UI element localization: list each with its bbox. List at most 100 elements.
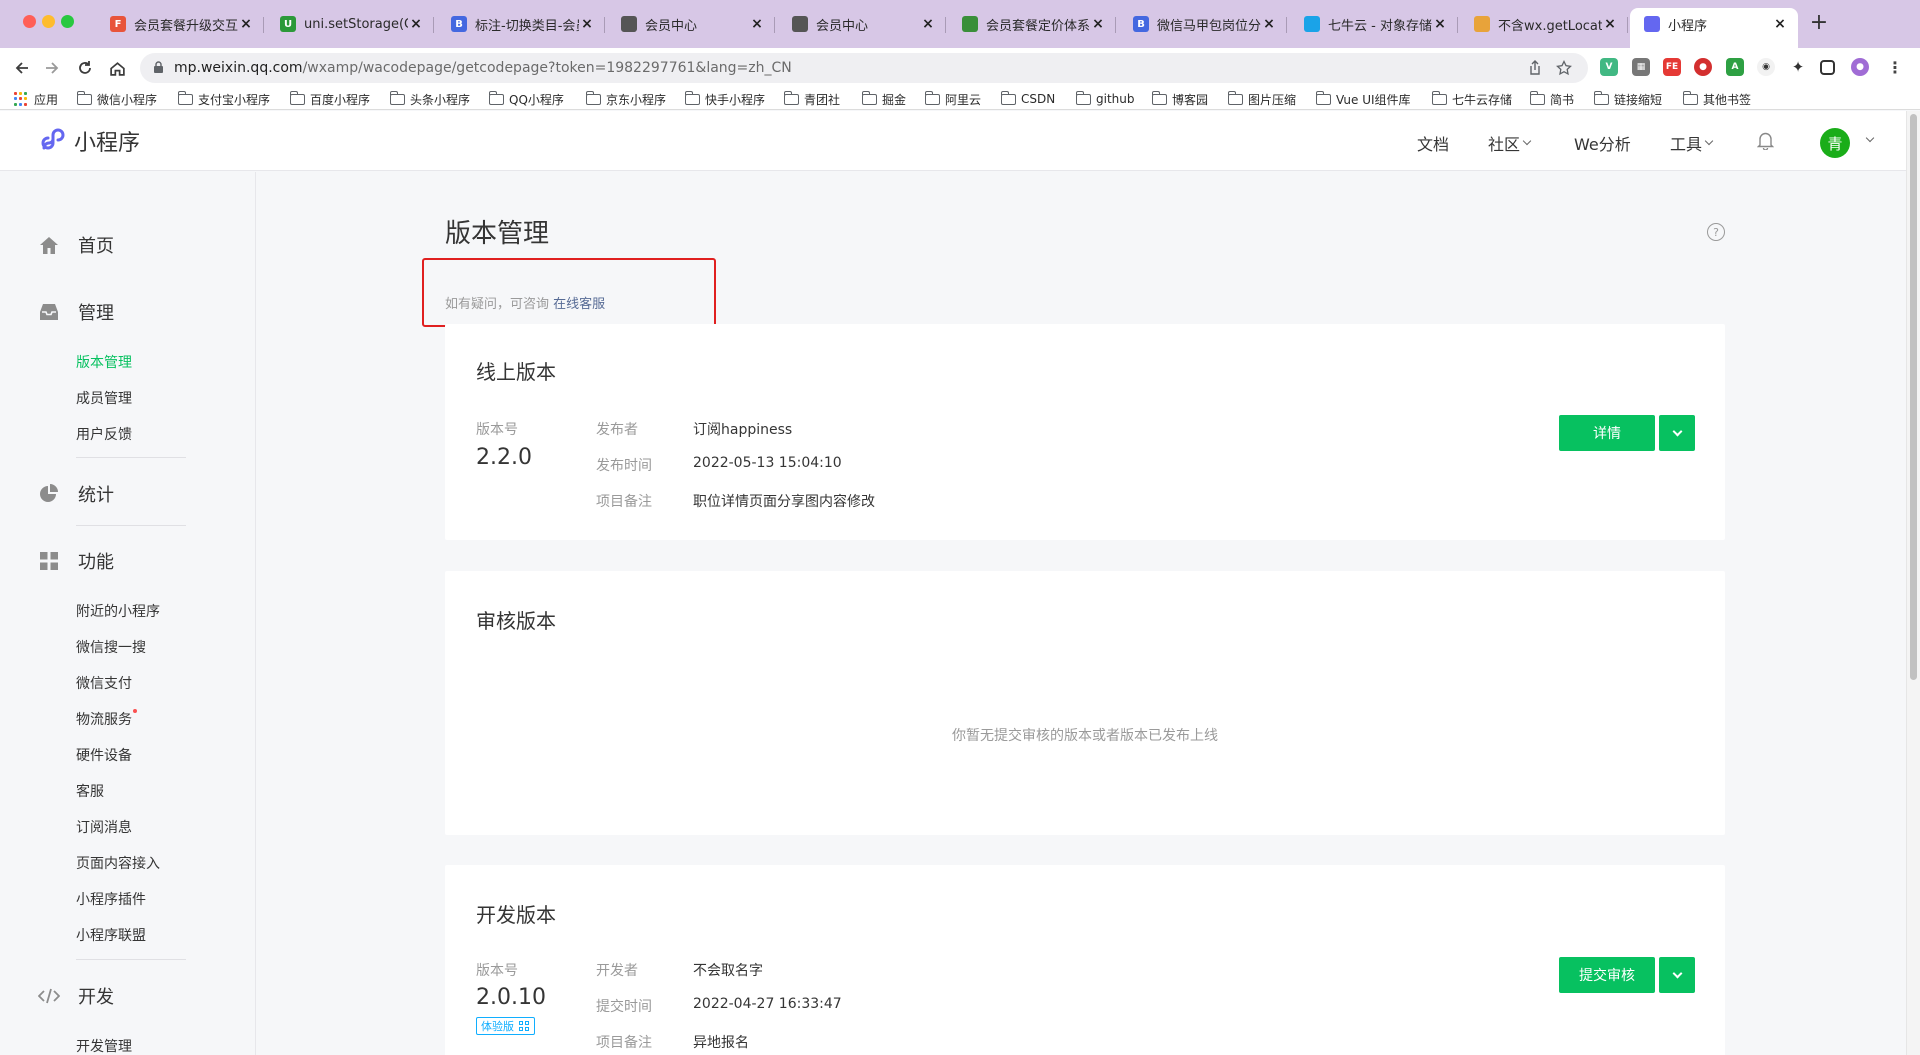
tab-close-icon[interactable]: × bbox=[1090, 16, 1106, 32]
details-button[interactable]: 详情 bbox=[1559, 415, 1655, 451]
dev-more-dropdown-button[interactable] bbox=[1659, 957, 1695, 993]
color-picker-icon[interactable]: ◉ bbox=[1757, 58, 1775, 76]
bookmark-folder[interactable]: 掘金 bbox=[861, 90, 906, 107]
sidebar-item-customer-service[interactable]: 客服 bbox=[76, 781, 104, 801]
bookmark-folder[interactable]: 博客园 bbox=[1151, 90, 1208, 107]
browser-tab[interactable]: B 微信马甲包岗位分享× bbox=[1119, 8, 1287, 40]
notification-bell-icon[interactable] bbox=[1756, 131, 1775, 154]
bookmark-folder[interactable]: 链接缩短 bbox=[1593, 90, 1662, 107]
browser-tab-active[interactable]: 小程序 × bbox=[1630, 8, 1798, 48]
sidebar-item-plugins[interactable]: 小程序插件 bbox=[76, 889, 146, 909]
tab-close-icon[interactable]: × bbox=[1432, 16, 1448, 32]
sidebar-item-nearby-miniprogram[interactable]: 附近的小程序 bbox=[76, 601, 160, 621]
window-close-button[interactable] bbox=[23, 15, 36, 28]
tab-close-icon[interactable]: × bbox=[238, 16, 254, 32]
bookmark-folder[interactable]: Vue UI组件库 bbox=[1315, 90, 1411, 107]
translate-extension-icon[interactable]: A bbox=[1726, 58, 1744, 76]
extensions-puzzle-icon[interactable]: ✦ bbox=[1789, 58, 1807, 76]
tab-separator bbox=[945, 17, 946, 33]
user-avatar[interactable]: 青 bbox=[1820, 128, 1850, 158]
sidebar-item-features[interactable]: 功能 bbox=[38, 548, 114, 574]
bookmark-folder[interactable]: 快手小程序 bbox=[684, 90, 765, 107]
browser-tab[interactable]: 七牛云 - 对象存储 × bbox=[1290, 8, 1458, 40]
miniprogram-logo[interactable]: 小程序 bbox=[38, 125, 140, 157]
nav-we-analysis[interactable]: We分析 bbox=[1574, 131, 1631, 155]
bookmark-folder[interactable]: 支付宝小程序 bbox=[177, 90, 270, 107]
sidebar-item-hardware[interactable]: 硬件设备 bbox=[76, 745, 132, 765]
fe-helper-icon[interactable]: FE bbox=[1663, 58, 1681, 76]
account-chevron-down-icon[interactable] bbox=[1865, 133, 1875, 143]
bookmark-folder[interactable]: 七牛云存储 bbox=[1431, 90, 1512, 107]
sidebar-item-dev-management[interactable]: 开发管理 bbox=[76, 1036, 132, 1055]
sidebar-divider bbox=[76, 457, 186, 458]
vue-devtools-icon[interactable]: V bbox=[1600, 58, 1618, 76]
sidebar-item-dev[interactable]: 开发 bbox=[38, 983, 114, 1009]
browser-tab[interactable]: 会员中心 × bbox=[778, 8, 946, 40]
trial-version-badge[interactable]: 体验版 bbox=[476, 1017, 535, 1035]
tab-close-icon[interactable]: × bbox=[1772, 16, 1788, 32]
bookmark-folder[interactable]: 阿里云 bbox=[924, 90, 981, 107]
adblock-icon[interactable]: ● bbox=[1694, 58, 1712, 76]
tab-separator bbox=[774, 17, 775, 33]
tab-separator bbox=[1457, 17, 1458, 33]
sidebar-item-user-feedback[interactable]: 用户反馈 bbox=[76, 424, 132, 444]
sidebar-item-logistics[interactable]: 物流服务 bbox=[76, 709, 137, 729]
browser-tab[interactable]: Uuni.setStorage(OBJECT)× bbox=[266, 8, 434, 40]
tab-close-icon[interactable]: × bbox=[1261, 16, 1277, 32]
sidebar-item-subscribe-message[interactable]: 订阅消息 bbox=[76, 817, 132, 837]
bookmark-folder[interactable]: 微信小程序 bbox=[76, 90, 157, 107]
browser-tab[interactable]: F 会员套餐升级交互文档× bbox=[96, 8, 264, 40]
sidebar-item-stats[interactable]: 统计 bbox=[38, 481, 114, 507]
tab-close-icon[interactable]: × bbox=[749, 16, 765, 32]
browser-menu-icon[interactable]: ⋮ bbox=[1886, 58, 1904, 77]
sidebar-item-version-management[interactable]: 版本管理 bbox=[76, 352, 132, 372]
bookmark-folder[interactable]: CSDN bbox=[1000, 90, 1055, 107]
sidebar-item-manage[interactable]: 管理 bbox=[38, 299, 114, 325]
bookmark-folder[interactable]: 百度小程序 bbox=[289, 90, 370, 107]
profile-avatar-icon[interactable]: ● bbox=[1851, 58, 1869, 76]
bookmark-apps[interactable]: 应用 bbox=[14, 91, 58, 107]
online-more-dropdown-button[interactable] bbox=[1659, 415, 1695, 451]
sidebar-item-member-management[interactable]: 成员管理 bbox=[76, 388, 132, 408]
tab-close-icon[interactable]: × bbox=[1602, 16, 1618, 32]
nav-community[interactable]: 社区 bbox=[1488, 131, 1532, 155]
browser-tab[interactable]: 会员套餐定价体系MRD× bbox=[948, 8, 1116, 40]
nav-docs[interactable]: 文档 bbox=[1417, 131, 1449, 155]
sidebar-item-wechat-search[interactable]: 微信搜一搜 bbox=[76, 637, 146, 657]
forward-button[interactable] bbox=[40, 56, 64, 80]
side-panel-icon[interactable] bbox=[1820, 60, 1835, 75]
tab-close-icon[interactable]: × bbox=[579, 16, 595, 32]
bookmark-folder[interactable]: 头条小程序 bbox=[389, 90, 470, 107]
window-minimize-button[interactable] bbox=[42, 15, 55, 28]
bookmark-folder[interactable]: 其他书签 bbox=[1682, 90, 1751, 107]
tab-close-icon[interactable]: × bbox=[920, 16, 936, 32]
submit-review-button[interactable]: 提交审核 bbox=[1559, 957, 1655, 993]
help-icon[interactable]: ? bbox=[1707, 223, 1725, 241]
bookmark-folder[interactable]: QQ小程序 bbox=[488, 90, 564, 107]
browser-tab[interactable]: 不含wx.getLocation× bbox=[1460, 8, 1628, 40]
bookmark-star-icon[interactable] bbox=[1556, 59, 1572, 80]
browser-tab[interactable]: 会员中心 × bbox=[607, 8, 775, 40]
bookmark-folder[interactable]: 图片压缩 bbox=[1227, 90, 1297, 107]
address-bar[interactable]: mp.weixin.qq.com/wxamp/wacodepage/getcod… bbox=[140, 53, 1588, 83]
bookmark-folder[interactable]: 京东小程序 bbox=[585, 90, 666, 107]
back-button[interactable] bbox=[10, 56, 34, 80]
reload-button[interactable] bbox=[73, 56, 97, 80]
bookmark-label: 图片压缩 bbox=[1248, 92, 1297, 107]
tab-close-icon[interactable]: × bbox=[408, 16, 424, 32]
window-zoom-button[interactable] bbox=[61, 15, 74, 28]
sidebar-item-wechat-pay[interactable]: 微信支付 bbox=[76, 673, 132, 693]
new-tab-button[interactable]: + bbox=[1806, 12, 1832, 36]
home-button[interactable] bbox=[105, 56, 129, 80]
sidebar-item-home[interactable]: 首页 bbox=[38, 232, 114, 258]
qrcode-extension-icon[interactable]: ▦ bbox=[1632, 58, 1650, 76]
share-icon[interactable] bbox=[1528, 60, 1542, 80]
browser-tab[interactable]: B 标注-切换类目-会员中心× bbox=[437, 8, 605, 40]
sidebar-item-alliance[interactable]: 小程序联盟 bbox=[76, 925, 146, 945]
sidebar-item-page-content[interactable]: 页面内容接入 bbox=[76, 853, 160, 873]
nav-tools[interactable]: 工具 bbox=[1670, 131, 1714, 155]
bookmark-folder[interactable]: github bbox=[1075, 90, 1134, 107]
page-scrollbar-thumb[interactable] bbox=[1910, 114, 1917, 680]
bookmark-folder[interactable]: 简书 bbox=[1529, 90, 1574, 107]
bookmark-folder[interactable]: 青团社 bbox=[783, 90, 840, 107]
